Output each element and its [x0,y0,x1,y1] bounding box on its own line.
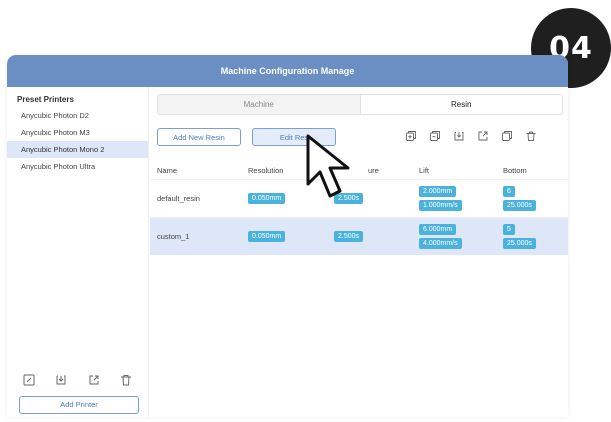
tab-label: Resin [451,100,472,109]
add-copy-icon[interactable] [405,130,417,142]
bottom-exposure-value: 25.000s [503,200,536,211]
printer-label: Anycubic Photon D2 [21,111,89,120]
duplicate-icon[interactable] [429,130,441,142]
import-icon[interactable] [453,130,465,142]
exposure-value: 2.500s [334,231,364,242]
sidebar-toolbar [7,373,148,387]
tab-machine[interactable]: Machine [158,95,360,114]
resin-name: default_resin [157,194,200,203]
col-lift: Lift [419,165,430,175]
tab-resin[interactable]: Resin [359,95,562,114]
printer-item-selected[interactable]: Anycubic Photon Mono 2 [7,141,148,158]
lift-distance-value: 6.000mm [419,224,457,235]
table-row-selected[interactable]: custom_1 0.050mm 2.500s 6.000mm 4.000mm/… [150,217,568,255]
bottom-layers-value: 5 [503,224,515,235]
printer-item[interactable]: Anycubic Photon D2 [7,107,148,124]
import-icon[interactable] [54,373,68,387]
col-name: Name [157,165,178,175]
printer-list: Anycubic Photon D2 Anycubic Photon M3 An… [7,107,148,175]
copy-icon[interactable] [501,130,513,142]
lift-speed-value: 1.000mm/s [419,200,462,211]
preset-printers-heading: Preset Printers [17,95,74,104]
resolution-value: 0.050mm [248,231,286,242]
add-printer-button[interactable]: Add Printer [19,396,139,414]
resin-name: custom_1 [157,232,190,241]
printer-item[interactable]: Anycubic Photon Ultra [7,158,148,175]
tab-label: Machine [243,100,274,109]
col-bottom: Bottom [503,165,527,175]
resin-toolbar [405,130,537,142]
printer-label: Anycubic Photon Ultra [21,162,96,171]
resolution-value: 0.050mm [248,193,286,204]
lift-speed-value: 4.000mm/s [419,238,462,249]
printer-item[interactable]: Anycubic Photon M3 [7,124,148,141]
machine-config-window: Machine Configuration Manage Preset Prin… [7,55,568,417]
window-title: Machine Configuration Manage [220,66,355,76]
add-new-resin-button[interactable]: Add New Resin [157,128,241,146]
window-titlebar: Machine Configuration Manage [7,55,568,87]
delete-icon[interactable] [525,130,537,142]
bottom-exposure-value: 25.000s [503,238,536,249]
export-icon[interactable] [87,373,101,387]
export-icon[interactable] [477,130,489,142]
bottom-layers-value: 6 [503,186,515,197]
config-tabs: Machine Resin [157,94,563,115]
printer-label: Anycubic Photon M3 [21,128,90,137]
delete-icon[interactable] [119,373,133,387]
printer-label: Anycubic Photon Mono 2 [21,145,105,154]
edit-icon[interactable] [22,373,36,387]
mouse-pointer-icon [306,134,350,198]
lift-distance-value: 2.000mm [419,186,457,197]
